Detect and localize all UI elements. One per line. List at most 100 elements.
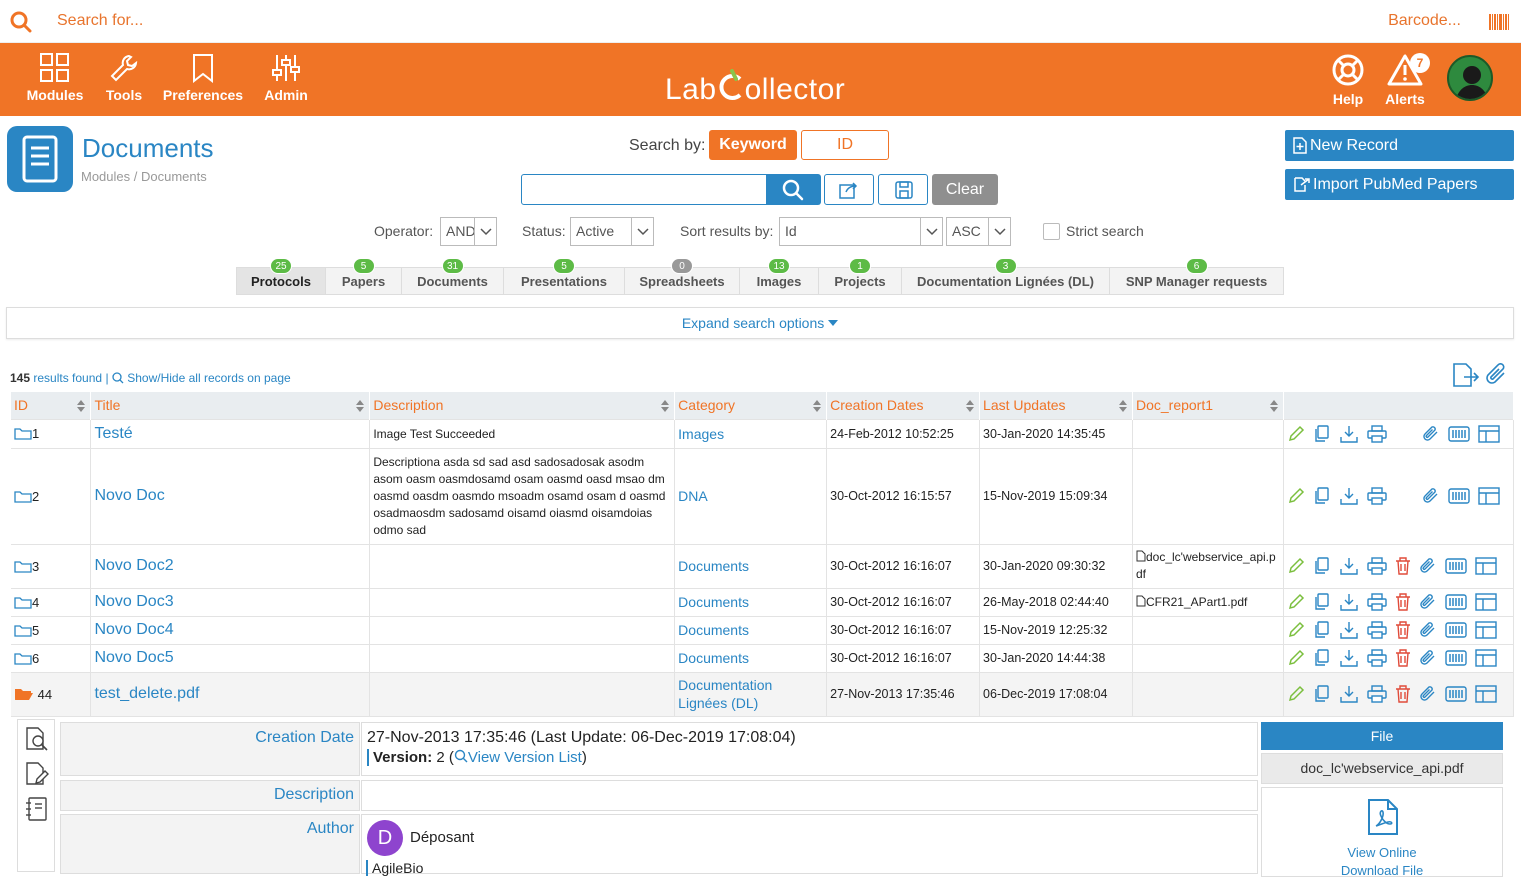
cell-category[interactable]: Documentation Lignées (DL) [674,671,828,717]
barcode-icon[interactable] [1445,558,1467,574]
duplicate-icon[interactable] [1313,487,1331,505]
column-header-id[interactable]: ID [11,392,92,419]
edit-icon[interactable] [1287,685,1305,703]
attach-icon[interactable] [1422,425,1440,443]
cell-category[interactable]: Documents [674,543,828,589]
tab-projects[interactable]: 1 Projects [819,258,902,294]
barcode-icon[interactable] [1448,488,1470,504]
view-online-link[interactable]: View Online [1262,845,1502,860]
folder-icon[interactable] [14,427,32,440]
sort-select[interactable]: Id [779,217,943,246]
edit-icon[interactable] [1287,621,1305,639]
table-view-icon[interactable] [1475,557,1497,575]
export-icon[interactable] [1452,362,1480,388]
barcode-icon[interactable] [1445,686,1467,702]
print-icon[interactable] [1367,685,1387,703]
folder-icon[interactable] [14,560,32,573]
download-icon[interactable] [1339,649,1359,667]
attach-icon[interactable] [1419,649,1437,667]
save-search-button[interactable] [878,174,928,205]
cell-doc-report[interactable]: CFR21_APart1.pdf [1132,587,1284,617]
table-row[interactable]: 3 Novo Doc2 Documents 30-Oct-2012 16:16:… [11,543,1515,589]
barcode-icon[interactable] [1445,650,1467,666]
show-hide-all-link[interactable]: Show/Hide all records on page [127,371,290,385]
clear-button[interactable]: Clear [932,174,998,205]
print-icon[interactable] [1367,621,1387,639]
table-view-icon[interactable] [1478,424,1500,443]
paperclip-icon[interactable] [1485,362,1509,388]
expand-search-options[interactable]: Expand search options [6,307,1514,339]
cell-category[interactable]: Documents [674,587,828,617]
edit-icon[interactable] [1287,487,1305,505]
search-icon[interactable] [10,11,32,33]
pdf-icon[interactable] [1367,798,1399,836]
import-pubmed-button[interactable]: Import PubMed Papers [1285,169,1514,200]
share-search-button[interactable] [824,174,874,205]
tab-presentations[interactable]: 5 Presentations [504,258,625,294]
view-details-icon[interactable] [24,726,50,752]
new-record-button[interactable]: New Record [1285,130,1514,161]
edit-icon[interactable] [1287,593,1305,611]
cell-category[interactable]: Documents [674,615,828,645]
table-row[interactable]: 5 Novo Doc4 Documents 30-Oct-2012 16:16:… [11,615,1515,645]
strict-search-checkbox[interactable] [1043,223,1060,240]
print-icon[interactable] [1367,424,1387,443]
print-icon[interactable] [1367,557,1387,575]
trash-icon[interactable] [1395,649,1411,667]
barcode-icon[interactable] [1489,14,1509,30]
user-avatar[interactable] [1447,55,1493,101]
download-file-link[interactable]: Download File [1262,863,1502,878]
duplicate-icon[interactable] [1313,685,1331,703]
tab-documentation-lignees[interactable]: 3 Documentation Lignées (DL) [902,258,1110,294]
download-icon[interactable] [1339,487,1359,505]
barcode-icon[interactable] [1445,594,1467,610]
duplicate-icon[interactable] [1313,424,1331,443]
nav-help[interactable]: Help [1329,53,1367,107]
cell-title[interactable]: Novo Doc5 [90,643,371,673]
table-view-icon[interactable] [1475,621,1497,639]
download-icon[interactable] [1339,685,1359,703]
edit-icon[interactable] [1287,649,1305,667]
column-header-creation-dates[interactable]: Creation Dates [826,392,981,419]
table-view-icon[interactable] [1475,685,1497,703]
cell-category[interactable]: Documents [674,643,828,673]
attach-icon[interactable] [1419,685,1437,703]
folder-icon[interactable] [14,596,32,609]
edit-details-icon[interactable] [24,761,50,787]
table-row[interactable]: 4 Novo Doc3 Documents 30-Oct-2012 16:16:… [11,587,1515,617]
table-row[interactable]: 1 Testé Image Test Succeeded Images 24-F… [11,418,1515,449]
column-header-doc-report[interactable]: Doc_report1 [1132,392,1284,419]
tab-images[interactable]: 13 Images [740,258,819,294]
cell-title[interactable]: Novo Doc4 [90,615,371,645]
id-toggle-button[interactable]: ID [801,130,889,160]
table-row[interactable]: 2 Novo Doc Descriptiona asda sd sad asd … [11,447,1515,545]
nav-modules[interactable]: Modules [25,53,85,103]
barcode-icon[interactable] [1448,425,1470,442]
labcollector-logo[interactable]: Lab ollector [665,69,845,107]
order-select[interactable]: ASC [946,217,1011,246]
download-icon[interactable] [1339,621,1359,639]
duplicate-icon[interactable] [1313,557,1331,575]
duplicate-icon[interactable] [1313,593,1331,611]
cell-doc-report[interactable]: doc_lc'webservice_api.pdf [1132,543,1284,589]
status-select[interactable]: Active [570,217,654,246]
nav-admin[interactable]: Admin [263,53,309,103]
operator-select[interactable]: AND [440,217,497,246]
cell-title[interactable]: Novo Doc3 [90,587,371,617]
edit-icon[interactable] [1287,425,1305,443]
folder-icon[interactable] [14,652,32,665]
barcode-input[interactable]: Barcode... [1388,12,1461,30]
download-icon[interactable] [1339,557,1359,575]
folder-icon[interactable] [14,624,32,637]
author-avatar[interactable]: D [367,820,403,856]
table-view-icon[interactable] [1475,593,1497,611]
table-view-icon[interactable] [1478,487,1500,505]
cell-title[interactable]: Novo Doc [90,447,371,545]
cell-title[interactable]: Testé [90,418,371,449]
column-header-description[interactable]: Description [369,392,676,419]
print-icon[interactable] [1367,593,1387,611]
column-header-title[interactable]: Title [90,392,371,419]
keyword-toggle-button[interactable]: Keyword [709,130,797,160]
attach-icon[interactable] [1419,621,1437,639]
cell-title[interactable]: Novo Doc2 [90,543,371,589]
